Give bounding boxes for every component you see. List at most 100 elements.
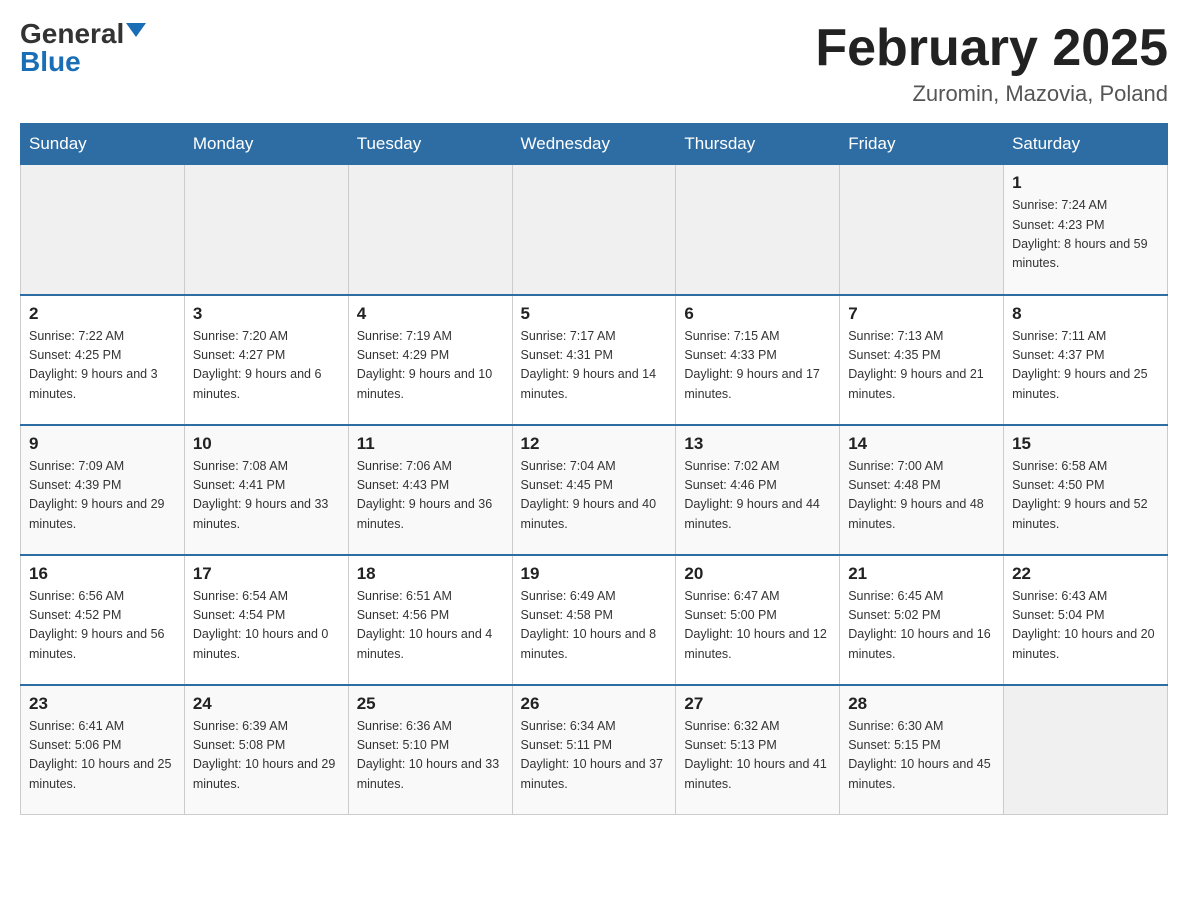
day-info: Sunrise: 7:13 AMSunset: 4:35 PMDaylight:… [848, 327, 995, 405]
day-number: 18 [357, 564, 504, 584]
table-row: 22Sunrise: 6:43 AMSunset: 5:04 PMDayligh… [1004, 555, 1168, 685]
day-info: Sunrise: 6:47 AMSunset: 5:00 PMDaylight:… [684, 587, 831, 665]
table-row: 6 Sunrise: 7:15 AMSunset: 4:33 PMDaylight… [676, 295, 840, 425]
day-number: 16 [29, 564, 176, 584]
title-section: February 2025 Zuromin, Mazovia, Poland [815, 20, 1168, 107]
day-info: Sunrise: 6:51 AMSunset: 4:56 PMDaylight:… [357, 587, 504, 665]
day-info: Sunrise: 6:58 AMSunset: 4:50 PMDaylight:… [1012, 457, 1159, 535]
logo-general-text: General [20, 20, 124, 48]
table-row: 24 Sunrise: 6:39 AMSunset: 5:08 PMDayligh… [184, 685, 348, 815]
table-row: 7 Sunrise: 7:13 AMSunset: 4:35 PMDaylight… [840, 295, 1004, 425]
logo-blue-text: Blue [20, 48, 81, 76]
table-row: 11Sunrise: 7:06 AMSunset: 4:43 PMDayligh… [348, 425, 512, 555]
day-number: 1 [1012, 173, 1159, 193]
table-row: 10 Sunrise: 7:08 AMSunset: 4:41 PMDayligh… [184, 425, 348, 555]
week-row-4: 16 Sunrise: 6:56 AMSunset: 4:52 PMDayligh… [21, 555, 1168, 685]
table-row: 5Sunrise: 7:17 AMSunset: 4:31 PMDaylight… [512, 295, 676, 425]
table-row: 26Sunrise: 6:34 AMSunset: 5:11 PMDayligh… [512, 685, 676, 815]
day-info: Sunrise: 6:32 AMSunset: 5:13 PMDaylight:… [684, 717, 831, 795]
day-number: 21 [848, 564, 995, 584]
table-row: 12Sunrise: 7:04 AMSunset: 4:45 PMDayligh… [512, 425, 676, 555]
table-row: 18 Sunrise: 6:51 AMSunset: 4:56 PMDayligh… [348, 555, 512, 685]
logo: General Blue [20, 20, 146, 76]
weekday-header-row: Sunday Monday Tuesday Wednesday Thursday… [21, 124, 1168, 165]
day-number: 2 [29, 304, 176, 324]
day-info: Sunrise: 6:41 AMSunset: 5:06 PMDaylight:… [29, 717, 176, 795]
table-row: 2 Sunrise: 7:22 AMSunset: 4:25 PMDaylight… [21, 295, 185, 425]
day-number: 7 [848, 304, 995, 324]
day-number: 28 [848, 694, 995, 714]
day-number: 25 [357, 694, 504, 714]
table-row: 16 Sunrise: 6:56 AMSunset: 4:52 PMDayligh… [21, 555, 185, 685]
day-info: Sunrise: 7:04 AMSunset: 4:45 PMDaylight:… [521, 457, 668, 535]
day-number: 13 [684, 434, 831, 454]
day-info: Sunrise: 6:39 AMSunset: 5:08 PMDaylight:… [193, 717, 340, 795]
table-row [512, 165, 676, 295]
table-row: 17 Sunrise: 6:54 AMSunset: 4:54 PMDayligh… [184, 555, 348, 685]
day-number: 20 [684, 564, 831, 584]
header-thursday: Thursday [676, 124, 840, 165]
day-info: Sunrise: 7:11 AMSunset: 4:37 PMDaylight:… [1012, 327, 1159, 405]
table-row [21, 165, 185, 295]
day-info: Sunrise: 6:56 AMSunset: 4:52 PMDaylight:… [29, 587, 176, 665]
day-info: Sunrise: 7:00 AMSunset: 4:48 PMDaylight:… [848, 457, 995, 535]
day-number: 3 [193, 304, 340, 324]
day-number: 24 [193, 694, 340, 714]
header-saturday: Saturday [1004, 124, 1168, 165]
day-info: Sunrise: 7:20 AMSunset: 4:27 PMDaylight:… [193, 327, 340, 405]
table-row: 1 Sunrise: 7:24 AMSunset: 4:23 PMDaylight… [1004, 165, 1168, 295]
day-info: Sunrise: 7:15 AMSunset: 4:33 PMDaylight:… [684, 327, 831, 405]
location: Zuromin, Mazovia, Poland [815, 81, 1168, 107]
page-header: General Blue February 2025 Zuromin, Mazo… [20, 20, 1168, 107]
day-info: Sunrise: 7:24 AMSunset: 4:23 PMDaylight:… [1012, 196, 1159, 274]
table-row: 9 Sunrise: 7:09 AMSunset: 4:39 PMDaylight… [21, 425, 185, 555]
table-row: 28Sunrise: 6:30 AMSunset: 5:15 PMDayligh… [840, 685, 1004, 815]
day-number: 4 [357, 304, 504, 324]
day-number: 19 [521, 564, 668, 584]
day-number: 6 [684, 304, 831, 324]
table-row [348, 165, 512, 295]
day-number: 23 [29, 694, 176, 714]
day-number: 9 [29, 434, 176, 454]
day-number: 17 [193, 564, 340, 584]
table-row: 25 Sunrise: 6:36 AMSunset: 5:10 PMDayligh… [348, 685, 512, 815]
table-row [840, 165, 1004, 295]
table-row: 3 Sunrise: 7:20 AMSunset: 4:27 PMDaylight… [184, 295, 348, 425]
day-info: Sunrise: 6:34 AMSunset: 5:11 PMDaylight:… [521, 717, 668, 795]
table-row: 15 Sunrise: 6:58 AMSunset: 4:50 PMDayligh… [1004, 425, 1168, 555]
week-row-5: 23 Sunrise: 6:41 AMSunset: 5:06 PMDayligh… [21, 685, 1168, 815]
day-number: 10 [193, 434, 340, 454]
day-info: Sunrise: 6:45 AMSunset: 5:02 PMDaylight:… [848, 587, 995, 665]
table-row: 27Sunrise: 6:32 AMSunset: 5:13 PMDayligh… [676, 685, 840, 815]
day-info: Sunrise: 7:19 AMSunset: 4:29 PMDaylight:… [357, 327, 504, 405]
day-info: Sunrise: 6:36 AMSunset: 5:10 PMDaylight:… [357, 717, 504, 795]
day-info: Sunrise: 7:09 AMSunset: 4:39 PMDaylight:… [29, 457, 176, 535]
day-number: 14 [848, 434, 995, 454]
month-title: February 2025 [815, 20, 1168, 77]
header-tuesday: Tuesday [348, 124, 512, 165]
table-row [1004, 685, 1168, 815]
day-info: Sunrise: 6:49 AMSunset: 4:58 PMDaylight:… [521, 587, 668, 665]
table-row: 19 Sunrise: 6:49 AMSunset: 4:58 PMDayligh… [512, 555, 676, 685]
table-row: 13Sunrise: 7:02 AMSunset: 4:46 PMDayligh… [676, 425, 840, 555]
table-row: 23 Sunrise: 6:41 AMSunset: 5:06 PMDayligh… [21, 685, 185, 815]
calendar-table: Sunday Monday Tuesday Wednesday Thursday… [20, 123, 1168, 815]
day-number: 8 [1012, 304, 1159, 324]
day-info: Sunrise: 6:54 AMSunset: 4:54 PMDaylight:… [193, 587, 340, 665]
header-friday: Friday [840, 124, 1004, 165]
header-wednesday: Wednesday [512, 124, 676, 165]
table-row: 14 Sunrise: 7:00 AMSunset: 4:48 PMDayligh… [840, 425, 1004, 555]
header-sunday: Sunday [21, 124, 185, 165]
table-row [184, 165, 348, 295]
table-row: 8 Sunrise: 7:11 AMSunset: 4:37 PMDaylight… [1004, 295, 1168, 425]
day-number: 15 [1012, 434, 1159, 454]
week-row-2: 2 Sunrise: 7:22 AMSunset: 4:25 PMDaylight… [21, 295, 1168, 425]
day-info: Sunrise: 6:43 AMSunset: 5:04 PMDaylight:… [1012, 587, 1159, 665]
day-info: Sunrise: 7:22 AMSunset: 4:25 PMDaylight:… [29, 327, 176, 405]
table-row [676, 165, 840, 295]
header-monday: Monday [184, 124, 348, 165]
day-info: Sunrise: 7:08 AMSunset: 4:41 PMDaylight:… [193, 457, 340, 535]
logo-triangle-icon [126, 23, 146, 37]
table-row: 21 Sunrise: 6:45 AMSunset: 5:02 PMDayligh… [840, 555, 1004, 685]
week-row-3: 9 Sunrise: 7:09 AMSunset: 4:39 PMDaylight… [21, 425, 1168, 555]
